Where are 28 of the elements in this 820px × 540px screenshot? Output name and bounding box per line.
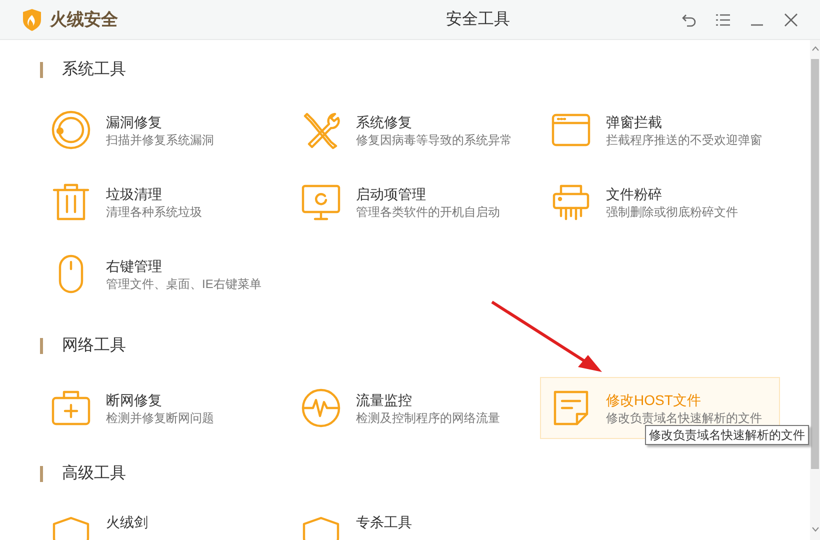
tool-title: 垃圾清理 [106,185,163,204]
tooltip: 修改负责域名快速解析的文件 [645,425,809,445]
tool-description: 检测并修复断网问题 [106,410,214,426]
section-title: 高级工具 [62,464,126,484]
tool-description: 扫描并修复系统漏洞 [106,132,214,148]
tool-title: 右键管理 [106,257,163,276]
app-name: 火绒安全 [50,8,118,31]
tool-title: 专杀工具 [356,513,412,532]
tool-description: 管理各类软件的开机自启动 [356,204,500,220]
tool-description: 清理各种系统垃圾 [106,204,202,220]
tool-title: 启动项管理 [356,185,427,204]
section-title: 网络工具 [62,336,126,356]
section-title: 系统工具 [62,60,126,80]
tool-description: 检测及控制程序的网络流量 [356,410,500,426]
tool-description: 管理文件、桌面、IE右键菜单 [106,276,262,292]
tool-title: 流量监控 [356,391,413,410]
tool-title: 修改HOST文件 [606,391,702,410]
tool-description: 强制删除或彻底粉碎文件 [606,204,738,220]
tool-description: 拦截程序推送的不受欢迎弹窗 [606,132,762,148]
tool-title: 火绒剑 [106,513,148,532]
tool-title: 弹窗拦截 [606,113,663,132]
tool-title: 系统修复 [356,113,413,132]
tool-title: 断网修复 [106,391,163,410]
tool-title: 漏洞修复 [106,113,163,132]
window-title: 安全工具 [445,10,511,30]
tool-description: 修改负责域名快速解析的文件 [606,410,762,426]
tool-title: 文件粉碎 [606,185,663,204]
tool-description: 修复因病毒等导致的系统异常 [356,132,512,148]
